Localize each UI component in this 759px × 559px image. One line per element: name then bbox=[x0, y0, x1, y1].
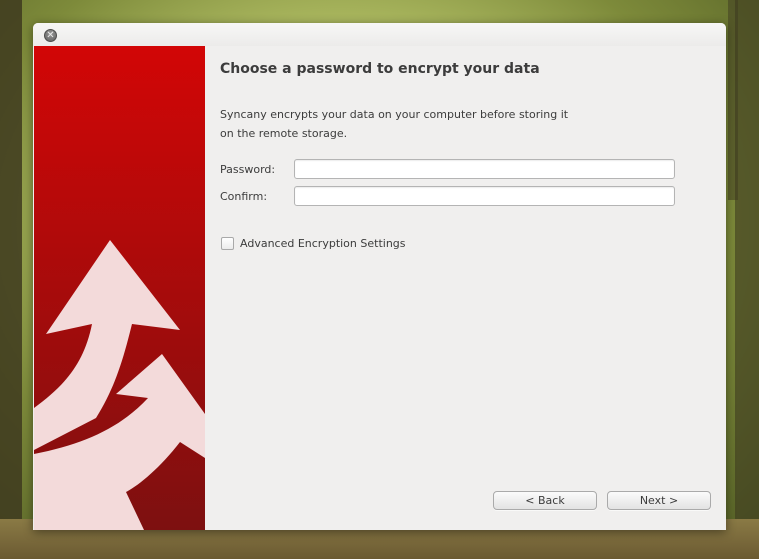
advanced-settings-row[interactable]: Advanced Encryption Settings bbox=[221, 237, 406, 250]
password-label: Password: bbox=[220, 163, 276, 176]
side-banner bbox=[34, 46, 205, 530]
wizard-content: Choose a password to encrypt your data S… bbox=[220, 46, 710, 506]
title-bar[interactable]: ✕ bbox=[33, 23, 726, 46]
description-line: on the remote storage. bbox=[220, 127, 348, 140]
confirm-label: Confirm: bbox=[220, 190, 268, 203]
password-input[interactable] bbox=[294, 159, 675, 179]
tree-trunk bbox=[728, 0, 738, 200]
next-button[interactable]: Next > bbox=[607, 491, 711, 510]
advanced-encryption-checkbox[interactable] bbox=[221, 237, 234, 250]
close-icon[interactable]: ✕ bbox=[44, 29, 57, 42]
tree-trunk bbox=[735, 0, 759, 559]
page-title: Choose a password to encrypt your data bbox=[220, 61, 540, 77]
description-line: Syncany encrypts your data on your compu… bbox=[220, 108, 569, 121]
syncany-arrows-logo bbox=[34, 46, 205, 530]
advanced-encryption-label[interactable]: Advanced Encryption Settings bbox=[240, 237, 406, 250]
back-button[interactable]: < Back bbox=[493, 491, 597, 510]
confirm-password-input[interactable] bbox=[294, 186, 675, 206]
page-description: Syncany encrypts your data on your compu… bbox=[220, 105, 590, 143]
tree-trunk bbox=[0, 0, 22, 559]
setup-wizard-window: ✕ Choose a password to encrypt your data… bbox=[33, 23, 726, 530]
